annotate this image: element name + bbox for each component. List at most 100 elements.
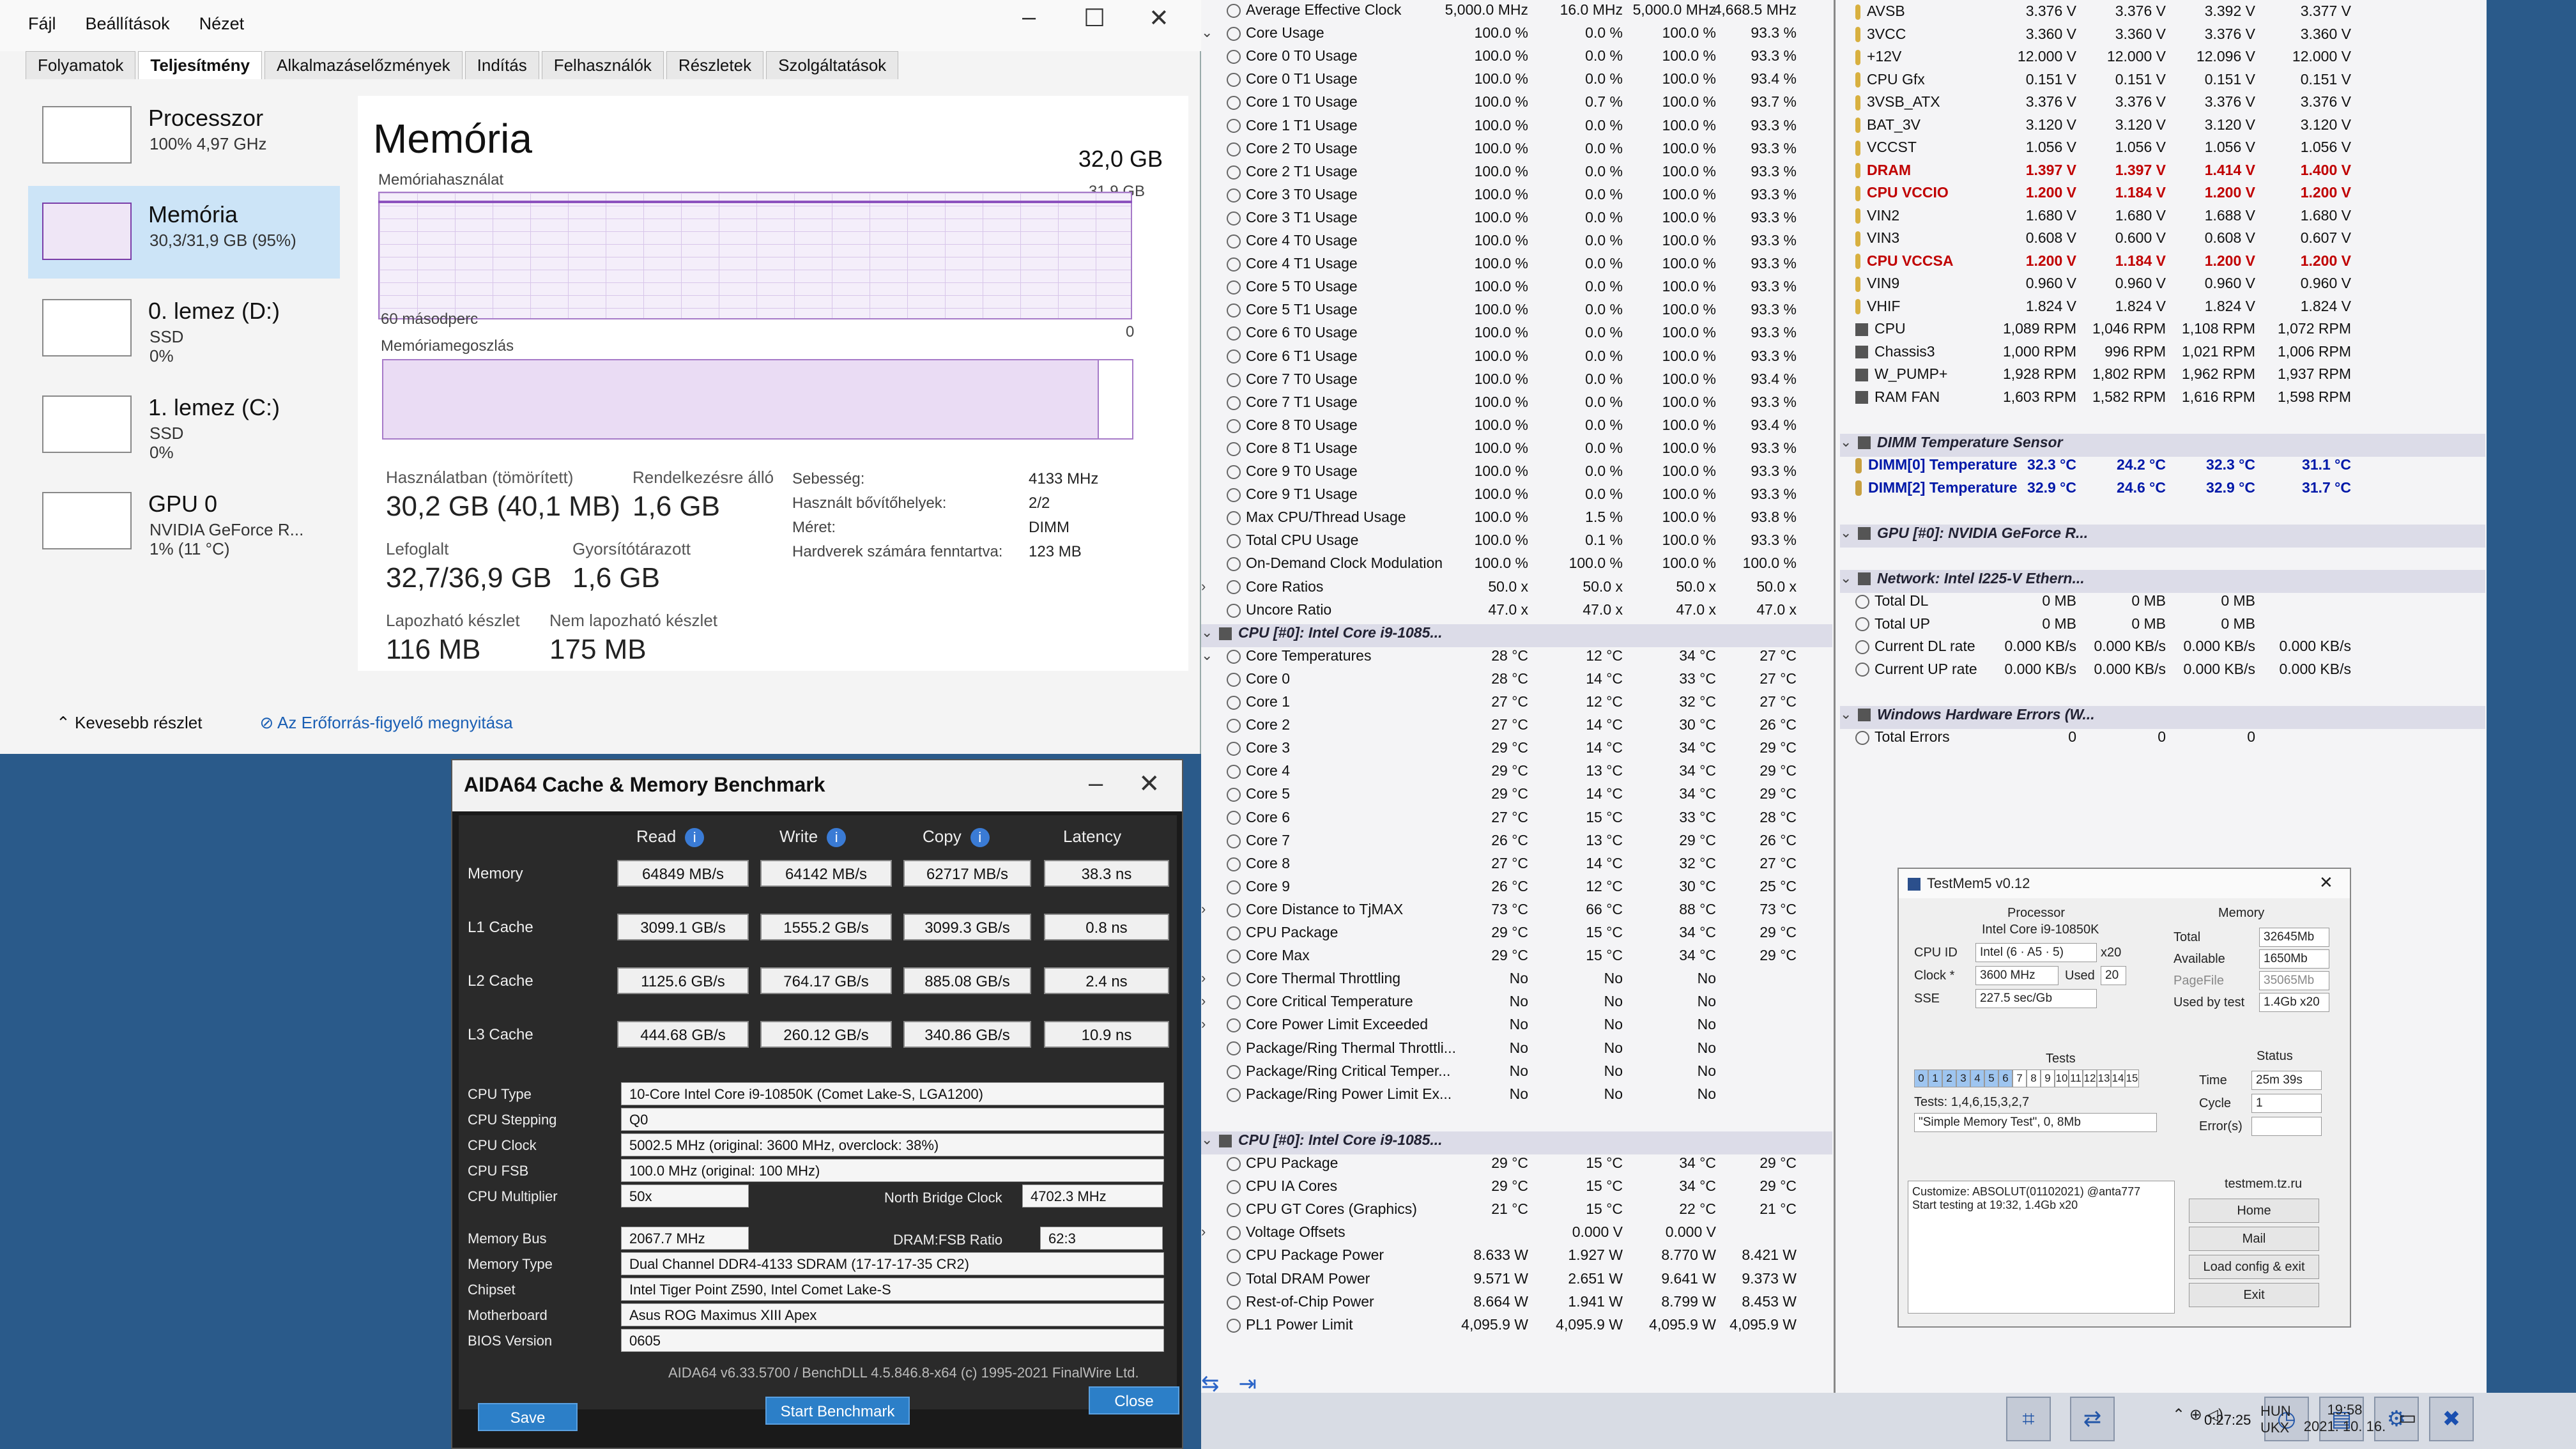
sensor-row[interactable]: Total UP 0 MB 0 MB 0 MB — [1840, 615, 2485, 638]
sensor-row[interactable]: CPU Package 29 °C 15 °C 34 °C 29 °C — [1201, 924, 1832, 947]
fewer-details-link[interactable]: ⌃ Kevesebb részlet — [56, 713, 202, 733]
chevron-right-icon[interactable]: › — [1201, 970, 1206, 986]
sensor-row[interactable]: Core 8 27 °C 14 °C 32 °C 27 °C — [1201, 855, 1832, 878]
sensor-row[interactable]: CPU 1,089 RPM 1,046 RPM 1,108 RPM 1,072 RPM — [1840, 320, 2485, 343]
sensor-row[interactable]: DRAM 1.397 V 1.397 V 1.414 V 1.400 V — [1840, 162, 2485, 185]
sensor-row[interactable]: Core 1 27 °C 12 °C 32 °C 27 °C — [1201, 693, 1832, 716]
tm5-button[interactable]: Load config & exit — [2189, 1255, 2319, 1279]
sensor-row[interactable]: Core 3 29 °C 14 °C 34 °C 29 °C — [1201, 739, 1832, 762]
sensor-row[interactable]: Core 6 T0 Usage 100.0 % 0.0 % 100.0 % 93.3 % — [1201, 324, 1832, 347]
sensor-row[interactable]: VIN2 1.680 V 1.680 V 1.688 V 1.680 V — [1840, 207, 2485, 230]
minimize-icon[interactable]: – — [1022, 4, 1036, 31]
sensor-row[interactable]: Rest-of-Chip Power 8.664 W 1.941 W 8.799 W8… — [1201, 1293, 1832, 1316]
sensor-row[interactable]: › Core Thermal Throttling No No No — [1201, 970, 1832, 993]
sensor-row[interactable]: VCCST 1.056 V 1.056 V 1.056 V 1.056 V — [1840, 139, 2485, 162]
sensor-row[interactable]: Core 6 T1 Usage 100.0 % 0.0 % 100.0 % 93.3 % — [1201, 348, 1832, 371]
sensor-row[interactable]: DIMM[0] Temperature 32.3 °C 24.2 °C 32.3 °C… — [1840, 456, 2485, 479]
sensor-row[interactable]: Core 3 T0 Usage 100.0 % 0.0 % 100.0 % 93.3 % — [1201, 186, 1832, 209]
tab-7[interactable]: Szolgáltatások — [766, 51, 899, 79]
chevron-right-icon[interactable]: › — [1201, 578, 1206, 595]
sensor-row[interactable]: CPU VCCIO 1.200 V 1.184 V 1.200 V 1.200 V — [1840, 184, 2485, 207]
sensor-row[interactable]: Total DL 0 MB 0 MB 0 MB — [1840, 592, 2485, 615]
sensor-row[interactable]: CPU VCCSA 1.200 V 1.184 V 1.200 V 1.200 V — [1840, 252, 2485, 275]
sensor-row[interactable]: Current UP rate 0.000 KB/s 0.000 KB/s 0.000… — [1840, 661, 2485, 684]
sensor-group-header[interactable]: ⌄ CPU [#0]: Intel Core i9-1085... — [1201, 1131, 1832, 1154]
chevron-right-icon[interactable]: › — [1201, 901, 1206, 917]
sensor-row[interactable]: Max CPU/Thread Usage 100.0 % 1.5 % 100.0 % 9… — [1201, 509, 1832, 532]
sensor-group-header[interactable]: ⌄ GPU [#0]: NVIDIA GeForce R... — [1840, 524, 2485, 548]
chevron-down-icon[interactable]: ⌄ — [1840, 525, 1851, 541]
tab-1[interactable]: Folyamatok — [26, 51, 136, 79]
sidebar-item[interactable]: 0. lemez (D:) SSD 0% — [28, 282, 340, 375]
sensor-row[interactable]: Core 4 T1 Usage 100.0 % 0.0 % 100.0 % 93.3 % — [1201, 255, 1832, 278]
chevron-down-icon[interactable]: ⌄ — [1840, 706, 1851, 723]
sensor-row[interactable]: Package/Ring Critical Temper... No No No — [1201, 1062, 1832, 1085]
sensor-row[interactable]: Current DL rate 0.000 KB/s 0.000 KB/s 0.000… — [1840, 638, 2485, 661]
chevron-right-icon[interactable]: › — [1201, 1016, 1206, 1032]
sensor-row[interactable]: 3VSB_ATX 3.376 V 3.376 V 3.376 V 3.376 V — [1840, 93, 2485, 116]
sensor-row[interactable] — [1840, 502, 2485, 525]
notification-icon[interactable]: ▭ — [2398, 1407, 2416, 1429]
sensor-row[interactable]: Core 2 T1 Usage 100.0 % 0.0 % 100.0 % 93.3 % — [1201, 163, 1832, 186]
menu-item[interactable]: Beállítások — [86, 14, 170, 34]
sensor-row[interactable]: CPU Package 29 °C 15 °C 34 °C 29 °C — [1201, 1154, 1832, 1177]
sensor-row[interactable]: Core 7 26 °C 13 °C 29 °C 26 °C — [1201, 832, 1832, 855]
language-indicator[interactable]: HUN UKX — [2260, 1403, 2291, 1436]
sidebar-item[interactable]: Processzor 100% 4,97 GHz — [28, 89, 340, 182]
chevron-down-icon[interactable]: ⌄ — [1201, 1131, 1213, 1148]
sensor-row[interactable]: VIN9 0.960 V 0.960 V 0.960 V 0.960 V — [1840, 275, 2485, 298]
sensor-row[interactable]: Core 2 27 °C 14 °C 30 °C 26 °C — [1201, 716, 1832, 739]
tm5-button[interactable]: Home — [2189, 1199, 2319, 1223]
sensor-row[interactable]: › Core Power Limit Exceeded No No No — [1201, 1016, 1832, 1039]
site-link[interactable]: testmem.tz.ru — [2225, 1177, 2302, 1192]
network-tool-icon[interactable]: ⇄ — [2070, 1397, 2115, 1441]
tab-3[interactable]: Alkalmazáselőzmények — [264, 51, 463, 79]
chevron-down-icon[interactable]: ⌄ — [1840, 434, 1851, 450]
sensor-group-header[interactable]: ⌄ CPU [#0]: Intel Core i9-1085... — [1201, 624, 1832, 647]
sensor-row[interactable]: ⌄ Core Temperatures 28 °C 12 °C 34 °C 27 °C — [1201, 647, 1832, 670]
sensor-row[interactable]: ⌄ Core Usage 100.0 % 0.0 % 100.0 % 93.3 % — [1201, 24, 1832, 47]
sensor-row[interactable]: Core 0 28 °C 14 °C 33 °C 27 °C — [1201, 670, 1832, 693]
sensor-row[interactable]: PL1 Power Limit 4,095.9 W 4,095.9 W 4,095.9… — [1201, 1316, 1832, 1339]
tab-6[interactable]: Részletek — [666, 51, 764, 79]
sensor-group-header[interactable]: ⌄ DIMM Temperature Sensor — [1840, 433, 2485, 457]
sidebar-item[interactable]: 1. lemez (C:) SSD 0% — [28, 379, 340, 471]
save-button[interactable]: Save — [478, 1403, 578, 1431]
sensor-row[interactable] — [1840, 411, 2485, 434]
minimize-icon[interactable]: – — [1089, 769, 1103, 798]
resource-monitor-link[interactable]: ⊘ Az Erőforrás-figyelő megnyitása — [259, 713, 512, 733]
sensor-row[interactable]: DIMM[2] Temperature 32.9 °C 24.6 °C 32.9 °C… — [1840, 479, 2485, 502]
sensor-row[interactable]: Total Errors 0 0 0 — [1840, 728, 2485, 751]
sensor-row[interactable]: Core 3 T1 Usage 100.0 % 0.0 % 100.0 % 93.3 % — [1201, 209, 1832, 232]
close-button[interactable]: Close — [1089, 1386, 1179, 1414]
chevron-down-icon[interactable]: ⌄ — [1201, 624, 1213, 641]
sensor-row[interactable]: AVSB 3.376 V 3.376 V 3.392 V 3.377 V — [1840, 3, 2485, 26]
menu-item[interactable]: Nézet — [199, 14, 245, 34]
chevron-right-icon[interactable]: › — [1201, 993, 1206, 1009]
sensor-row[interactable]: CPU Package Power 8.633 W 1.927 W 8.770 W 8.… — [1201, 1246, 1832, 1269]
tray-icons[interactable]: ⌃ ⊕ ◁) — [2172, 1406, 2223, 1424]
sensor-row[interactable] — [1840, 547, 2485, 570]
tab-2[interactable]: Teljesítmény — [138, 51, 262, 79]
sensor-row[interactable] — [1201, 1108, 1832, 1131]
sensor-row[interactable]: › Core Distance to TjMAX 73 °C 66 °C 88 °C 73… — [1201, 901, 1832, 924]
tm5-button[interactable]: Mail — [2189, 1227, 2319, 1251]
info-icon[interactable]: i — [970, 828, 990, 847]
sensor-row[interactable]: VIN3 0.608 V 0.600 V 0.608 V 0.607 V — [1840, 229, 2485, 252]
sensor-row[interactable]: Core 0 T1 Usage 100.0 % 0.0 % 100.0 % 93.4 % — [1201, 70, 1832, 93]
sensor-row[interactable]: Core 0 T0 Usage 100.0 % 0.0 % 100.0 % 93.3 % — [1201, 47, 1832, 70]
sensor-row[interactable]: Core 4 29 °C 13 °C 34 °C 29 °C — [1201, 762, 1832, 785]
sensor-row[interactable]: Core 7 T1 Usage 100.0 % 0.0 % 100.0 % 93.3 % — [1201, 394, 1832, 417]
sensor-row[interactable]: Core 5 29 °C 14 °C 34 °C 29 °C — [1201, 785, 1832, 808]
system-clock[interactable]: 19:58 2021. 10. 16. — [2300, 1402, 2389, 1435]
sensor-group-header[interactable]: ⌄ Windows Hardware Errors (W... — [1840, 705, 2485, 729]
sensor-row[interactable]: Total DRAM Power 9.571 W 2.651 W 9.641 W 9.3… — [1201, 1270, 1832, 1293]
sensor-row[interactable]: Chassis3 1,000 RPM 996 RPM 1,021 RPM 1,006 R… — [1840, 343, 2485, 366]
sensor-row[interactable]: Package/Ring Power Limit Ex... No No No — [1201, 1085, 1832, 1108]
sensor-row[interactable]: Core 2 T0 Usage 100.0 % 0.0 % 100.0 % 93.3 % — [1201, 140, 1832, 163]
sensor-row[interactable]: BAT_3V 3.120 V 3.120 V 3.120 V 3.120 V — [1840, 116, 2485, 139]
sensor-row[interactable]: Uncore Ratio 47.0 x 47.0 x 47.0 x 47.0 x — [1201, 601, 1832, 624]
sensor-row[interactable]: 3VCC 3.360 V 3.360 V 3.376 V 3.360 V — [1840, 26, 2485, 49]
close-icon[interactable]: ✕ — [1138, 769, 1160, 799]
chevron-right-icon[interactable]: › — [1201, 1223, 1206, 1240]
